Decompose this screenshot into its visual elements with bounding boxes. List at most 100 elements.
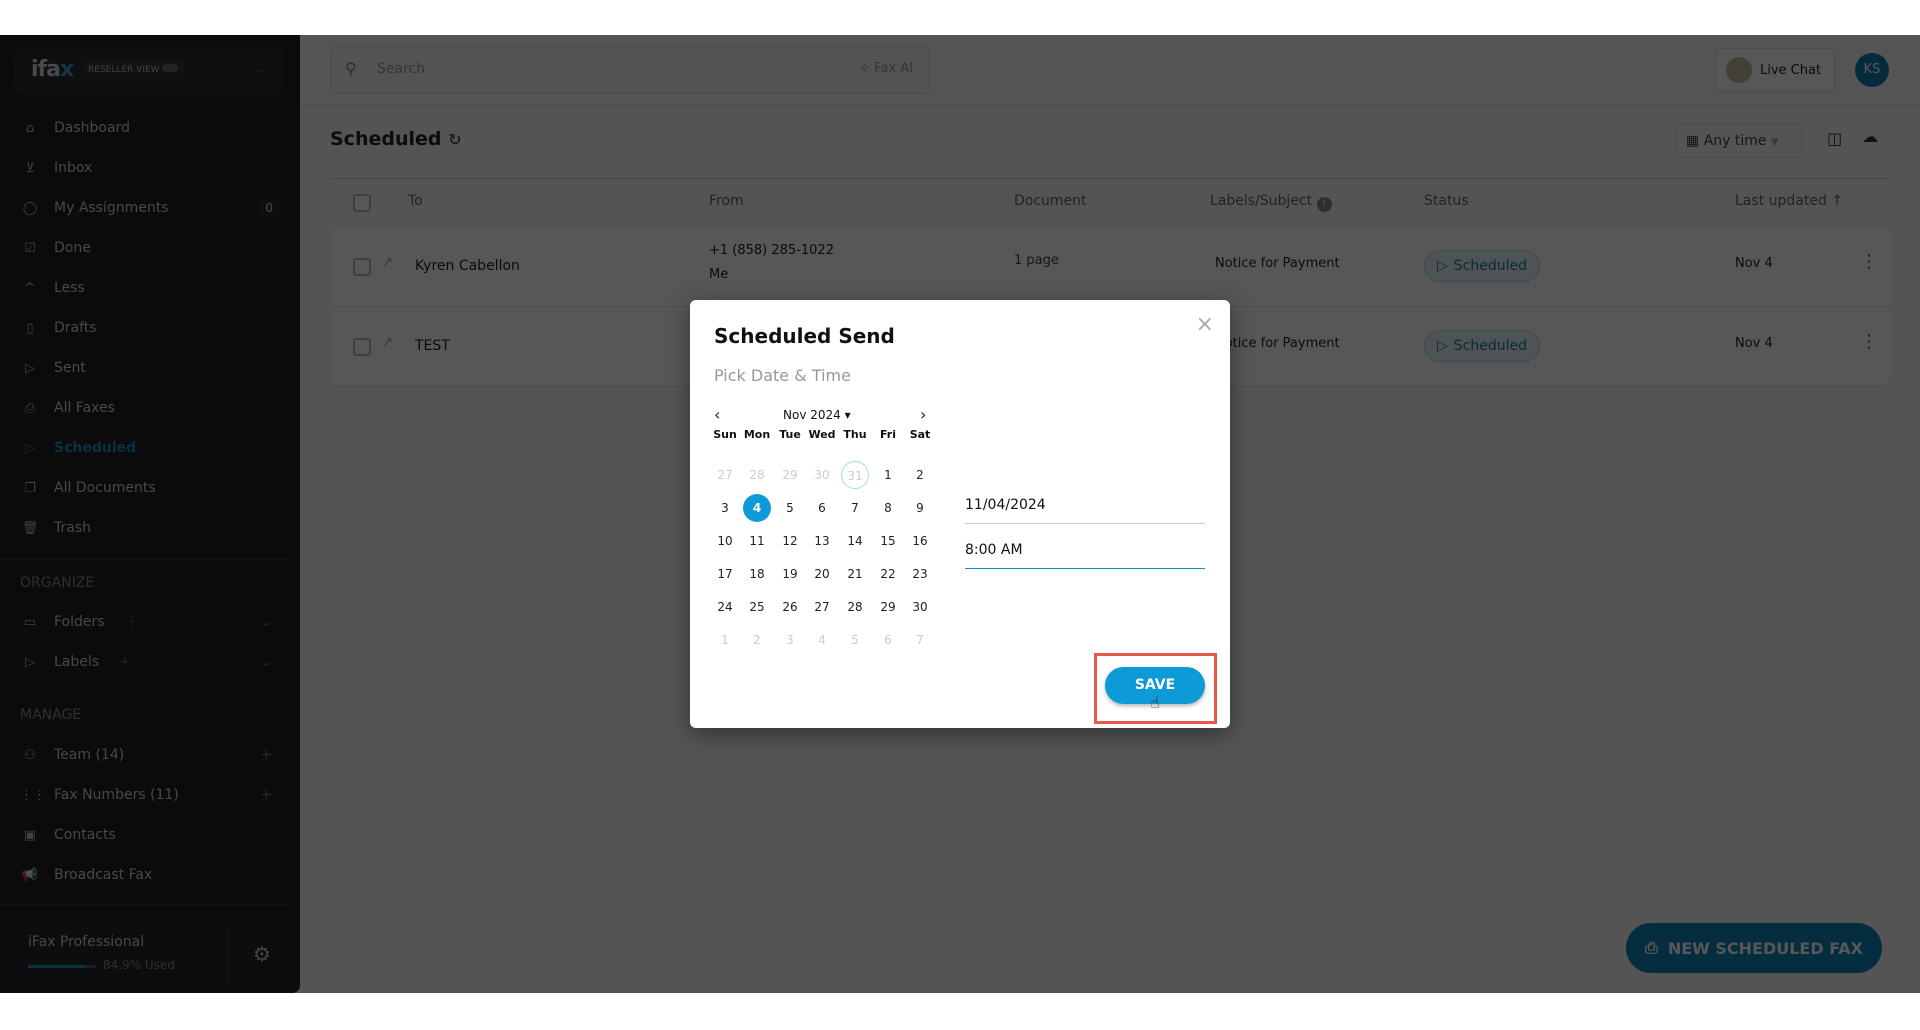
sidebar-item-my-assignments[interactable]: ◯ My Assignments 0 (20, 193, 280, 223)
col-to[interactable]: To (408, 193, 423, 209)
month-selector[interactable]: Nov 2024 ▾ (783, 408, 851, 422)
time-field[interactable]: 8:00 AM (965, 542, 1205, 569)
time-filter-value: Any time (1703, 133, 1767, 149)
calendar-day[interactable]: 28 (743, 461, 771, 489)
row-checkbox[interactable] (353, 258, 371, 276)
folder-options-icon[interactable]: ⋮ (125, 614, 139, 630)
calendar-day[interactable]: 27 (711, 461, 739, 489)
calendar-day[interactable]: 1 (711, 626, 739, 654)
user-avatar[interactable]: KS (1855, 53, 1889, 87)
calendar-day[interactable]: 15 (874, 527, 902, 555)
calendar-day[interactable]: 30 (906, 593, 934, 621)
col-labels[interactable]: Labels/Subject i (1210, 193, 1332, 212)
calendar-day[interactable]: 30 (808, 461, 836, 489)
calendar-day[interactable]: 10 (711, 527, 739, 555)
calendar-day[interactable]: 7 (841, 494, 869, 522)
calendar-day[interactable]: 6 (808, 494, 836, 522)
calendar-day[interactable]: 3 (776, 626, 804, 654)
calendar-day[interactable]: 8 (874, 494, 902, 522)
calendar-day[interactable]: 22 (874, 560, 902, 588)
calendar-day[interactable]: 16 (906, 527, 934, 555)
add-icon[interactable]: + (260, 747, 272, 763)
calendar-day[interactable]: 31 (841, 461, 869, 489)
sidebar-item-done[interactable]: ☑ Done (20, 233, 280, 263)
calendar-day[interactable]: 26 (776, 593, 804, 621)
calendar-day[interactable]: 29 (776, 461, 804, 489)
col-from[interactable]: From (709, 193, 744, 209)
sidebar-item-broadcast-fax[interactable]: 📢 Broadcast Fax (20, 860, 280, 890)
columns-icon[interactable]: ◫ (1827, 129, 1842, 148)
more-options-icon[interactable]: ⋮ (1860, 251, 1878, 272)
live-chat-button[interactable]: Live Chat (1715, 48, 1835, 92)
sidebar-item-dashboard[interactable]: ⌂ Dashboard (20, 113, 280, 143)
calendar-day[interactable]: 5 (776, 494, 804, 522)
calendar-day[interactable]: 18 (743, 560, 771, 588)
date-field[interactable]: 11/04/2024 (965, 497, 1205, 524)
new-scheduled-fax-button[interactable]: ⎙ NEW SCHEDULED FAX (1626, 923, 1882, 973)
col-status[interactable]: Status (1424, 193, 1469, 209)
sidebar-item-scheduled[interactable]: ▷ Scheduled (20, 433, 280, 463)
more-options-icon[interactable]: ⋮ (1860, 331, 1878, 352)
add-label-icon[interactable]: + (119, 654, 131, 670)
calendar-day[interactable]: 3 (711, 494, 739, 522)
col-last-updated[interactable]: Last updated ↑ (1735, 193, 1843, 209)
team-icon: ⚇ (24, 747, 36, 763)
fax-ai-button[interactable]: ✧ Fax AI (859, 61, 913, 76)
calendar-day[interactable]: 24 (711, 593, 739, 621)
sidebar-item-all-faxes[interactable]: ⎙ All Faxes (20, 393, 280, 423)
brand-switcher[interactable]: ifax RESELLER VIEW ⌄ (14, 47, 284, 95)
home-icon: ⌂ (25, 120, 35, 136)
calendar-day[interactable]: 2 (906, 461, 934, 489)
sidebar-item-all-documents[interactable]: ❐ All Documents (20, 473, 280, 503)
cloud-download-icon[interactable]: ☁ (1862, 127, 1878, 146)
calendar-day[interactable]: 2 (743, 626, 771, 654)
close-icon[interactable]: × (1196, 312, 1214, 337)
calendar-day[interactable]: 4 (743, 494, 771, 522)
calendar-day[interactable]: 13 (808, 527, 836, 555)
col-document[interactable]: Document (1014, 193, 1087, 209)
sidebar-item-less[interactable]: ^ Less (20, 273, 280, 303)
calendar-day[interactable]: 1 (874, 461, 902, 489)
sidebar-item-folders[interactable]: ▭ Folders ⋮ ⌄ (20, 607, 280, 637)
prev-month-icon[interactable]: ‹ (714, 405, 720, 424)
sidebar-item-team[interactable]: ⚇ Team (14) + (20, 740, 280, 770)
table-row[interactable]: ↗ Kyren Cabellon +1 (858) 285-1022 Me 1 … (330, 227, 1890, 307)
calendar-day[interactable]: 5 (841, 626, 869, 654)
row-checkbox[interactable] (353, 338, 371, 356)
calendar-day[interactable]: 9 (906, 494, 934, 522)
calendar-day[interactable]: 12 (776, 527, 804, 555)
sidebar-item-labels[interactable]: ▷ Labels + ⌄ (20, 647, 280, 677)
calendar-day[interactable]: 21 (841, 560, 869, 588)
chevron-down-icon[interactable]: ⌄ (260, 654, 272, 670)
sidebar-item-sent[interactable]: ▷ Sent (20, 353, 280, 383)
sidebar-item-drafts[interactable]: ▯ Drafts (20, 313, 280, 343)
calendar-day[interactable]: 19 (776, 560, 804, 588)
next-month-icon[interactable]: › (920, 405, 926, 424)
reseller-view-toggle[interactable]: RESELLER VIEW (82, 61, 185, 78)
calendar-day[interactable]: 17 (711, 560, 739, 588)
calendar-day[interactable]: 7 (906, 626, 934, 654)
sidebar-item-fax-numbers[interactable]: ⋮⋮ Fax Numbers (11) + (20, 780, 280, 810)
calendar-day[interactable]: 28 (841, 593, 869, 621)
time-filter-dropdown[interactable]: ▦ Any time ▼ (1675, 123, 1802, 158)
sidebar-item-trash[interactable]: 🗑 Trash (20, 513, 280, 543)
sidebar-item-contacts[interactable]: ▣ Contacts (20, 820, 280, 850)
select-all-checkbox[interactable] (353, 194, 371, 212)
calendar-day[interactable]: 20 (808, 560, 836, 588)
calendar-day[interactable]: 6 (874, 626, 902, 654)
organize-heading: ORGANIZE (20, 575, 95, 591)
calendar-day[interactable]: 29 (874, 593, 902, 621)
calendar-day[interactable]: 25 (743, 593, 771, 621)
calendar-day[interactable]: 11 (743, 527, 771, 555)
add-icon[interactable]: + (260, 787, 272, 803)
search-input[interactable]: ⚲ Search ✧ Fax AI (330, 46, 930, 94)
calendar-day[interactable]: 23 (906, 560, 934, 588)
sidebar-item-label: Labels (54, 654, 100, 670)
refresh-icon[interactable]: ↻ (448, 130, 461, 149)
sidebar-item-inbox[interactable]: ⊻ Inbox (20, 153, 280, 183)
settings-gear-icon[interactable]: ⚙ (253, 942, 271, 966)
calendar-day[interactable]: 14 (841, 527, 869, 555)
calendar-day[interactable]: 27 (808, 593, 836, 621)
chevron-down-icon[interactable]: ⌄ (260, 614, 272, 630)
calendar-day[interactable]: 4 (808, 626, 836, 654)
